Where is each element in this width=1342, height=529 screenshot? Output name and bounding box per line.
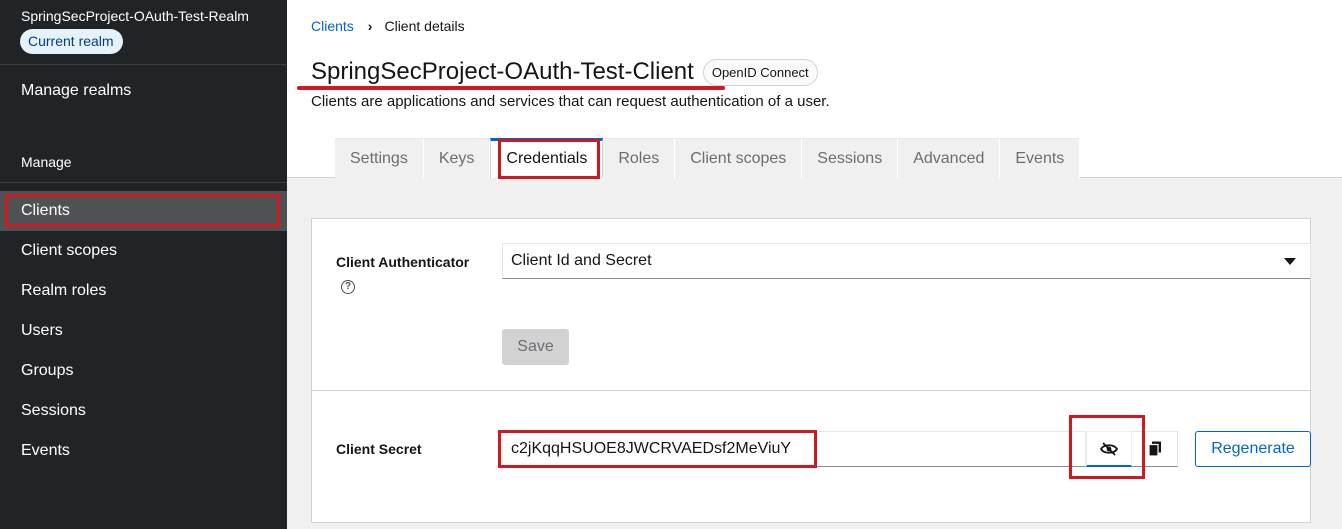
realm-selector[interactable]: SpringSecProject-OAuth-Test-Realm Curren…	[0, 0, 287, 65]
tab-advanced[interactable]: Advanced	[898, 138, 1001, 178]
client-secret-label: Client Secret	[336, 441, 422, 457]
tab-roles[interactable]: Roles	[603, 138, 676, 178]
sidebar-nav: Clients Client scopes Realm roles Users …	[0, 191, 287, 471]
copy-button[interactable]	[1132, 431, 1178, 467]
sidebar-item-realm-roles[interactable]: Realm roles	[0, 271, 287, 311]
client-authenticator-value: Client Id and Secret	[511, 252, 652, 269]
breadcrumb-clients-link[interactable]: Clients	[311, 18, 354, 34]
sidebar-item-events[interactable]: Events	[0, 431, 287, 471]
chevron-right-icon: ›	[367, 18, 373, 34]
toggle-visibility-button[interactable]	[1086, 431, 1132, 467]
copy-icon	[1147, 441, 1161, 457]
sidebar: SpringSecProject-OAuth-Test-Realm Curren…	[0, 0, 287, 529]
sidebar-item-client-scopes[interactable]: Client scopes	[0, 231, 287, 271]
sidebar-divider	[0, 182, 287, 183]
title-underline-annotation	[297, 86, 725, 90]
eye-slash-icon	[1100, 441, 1118, 456]
card-divider	[312, 390, 1310, 391]
sidebar-item-clients[interactable]: Clients	[0, 191, 287, 231]
tab-bar: Settings Keys Credentials Roles Client s…	[335, 138, 1081, 178]
page-subtitle: Clients are applications and services th…	[311, 93, 830, 110]
client-authenticator-select[interactable]: Client Id and Secret	[502, 243, 1311, 279]
breadcrumb: Clients › Client details	[311, 18, 465, 34]
title-row: SpringSecProject-OAuth-Test-Client OpenI…	[311, 58, 818, 86]
tab-client-scopes[interactable]: Client scopes	[675, 138, 803, 178]
save-button[interactable]: Save	[502, 329, 569, 365]
breadcrumb-current: Client details	[384, 18, 465, 34]
credentials-card: Client Authenticator ? Client Id and Sec…	[311, 218, 1311, 523]
realm-name: SpringSecProject-OAuth-Test-Realm	[21, 8, 249, 24]
page-title: SpringSecProject-OAuth-Test-Client	[311, 58, 694, 85]
tab-settings[interactable]: Settings	[335, 138, 424, 178]
tab-keys[interactable]: Keys	[423, 138, 491, 178]
sidebar-item-groups[interactable]: Groups	[0, 351, 287, 391]
tab-events[interactable]: Events	[1000, 138, 1081, 178]
protocol-badge: OpenID Connect	[702, 58, 818, 86]
question-circle-icon[interactable]: ?	[341, 280, 355, 294]
current-realm-badge: Current realm	[20, 29, 123, 54]
client-secret-input[interactable]: c2jKqqHSUOE8JWCRVAEDsf2MeViuY	[502, 431, 1086, 467]
sidebar-item-sessions[interactable]: Sessions	[0, 391, 287, 431]
regenerate-button[interactable]: Regenerate	[1195, 431, 1311, 467]
sidebar-section-manage: Manage	[21, 154, 72, 170]
manage-realms-link[interactable]: Manage realms	[21, 82, 131, 100]
tab-credentials[interactable]: Credentials	[490, 138, 604, 178]
client-authenticator-label: Client Authenticator	[336, 254, 470, 270]
main-content: Clients › Client details SpringSecProjec…	[287, 0, 1342, 529]
tab-sessions[interactable]: Sessions	[802, 138, 899, 178]
sidebar-item-users[interactable]: Users	[0, 311, 287, 351]
caret-down-icon	[1284, 258, 1296, 265]
